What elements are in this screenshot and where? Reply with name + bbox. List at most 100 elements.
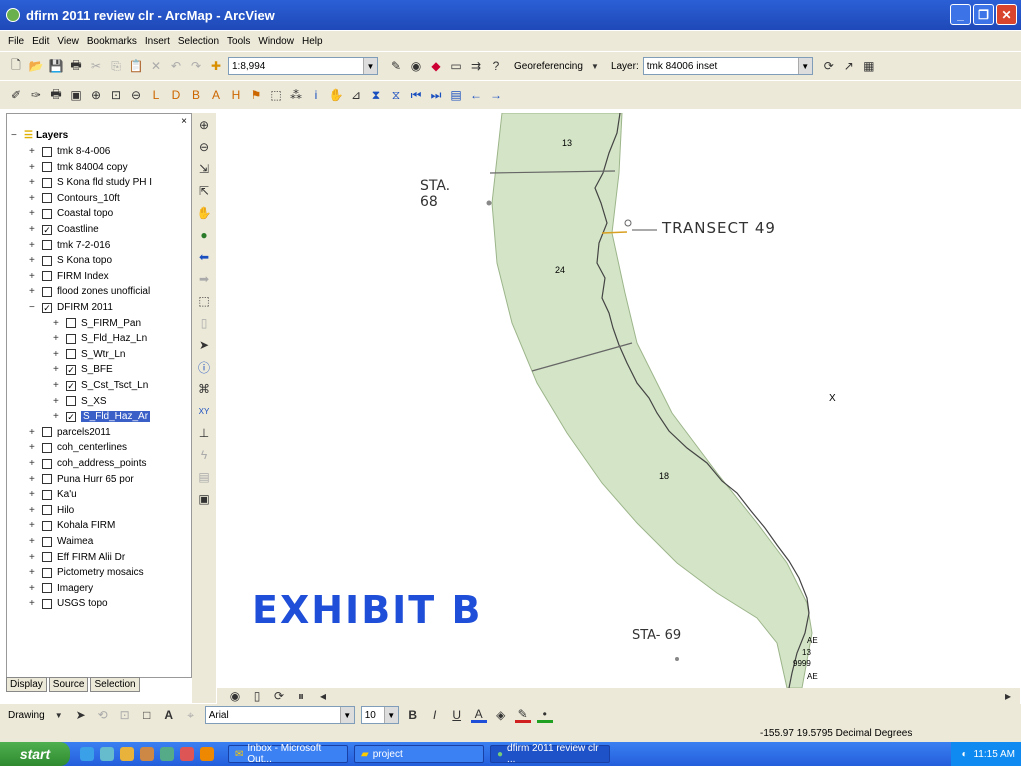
select-elements-icon[interactable]: ⁂	[288, 87, 304, 103]
layer-visibility-checkbox[interactable]	[42, 458, 52, 469]
collapse-icon[interactable]: −	[29, 302, 38, 313]
new-document-icon[interactable]: 🗋	[8, 58, 24, 74]
refresh-icon[interactable]: ⟳	[271, 688, 287, 704]
toc-layer-item[interactable]: + coh_centerlines	[29, 440, 127, 455]
tray-icon[interactable]: ◐	[961, 749, 967, 760]
toc-layer-item[interactable]: + Coastal topo	[29, 206, 113, 221]
map-scale-combo[interactable]: 1:8,994 ▼	[228, 57, 378, 75]
open-folder-icon[interactable]: 📂	[28, 58, 44, 74]
link-table-icon[interactable]: ▦	[861, 58, 877, 74]
expand-icon[interactable]: +	[29, 271, 38, 282]
sketch-tool-icon[interactable]: ✑	[28, 87, 44, 103]
editor-toolbar-icon[interactable]: ✎	[388, 58, 404, 74]
expand-icon[interactable]: +	[29, 177, 38, 188]
layer-visibility-checkbox[interactable]	[66, 396, 76, 407]
task-outlook[interactable]: ✉ Inbox - Microsoft Out...	[228, 743, 348, 765]
zoom-in-icon[interactable]: ⊕	[196, 117, 212, 133]
expand-icon[interactable]: +	[29, 474, 38, 485]
toc-layer-item[interactable]: + S_Wtr_Ln	[53, 347, 125, 362]
arc-catalog-icon[interactable]: ◉	[408, 58, 424, 74]
save-icon[interactable]: 💾	[48, 58, 64, 74]
toc-layer-item[interactable]: + tmk 84004 copy	[29, 160, 128, 175]
print-icon[interactable]: 🖶	[68, 58, 84, 74]
identify-icon[interactable]: ⓘ	[196, 359, 212, 375]
expand-icon[interactable]: +	[29, 146, 38, 157]
expand-icon[interactable]: +	[29, 286, 38, 297]
expand-icon[interactable]: +	[53, 396, 62, 407]
georeferencing-menu[interactable]: Georeferencing	[514, 61, 583, 72]
minimize-button[interactable]: _	[950, 4, 971, 25]
go-to-xy-icon[interactable]: ⬚	[196, 293, 212, 309]
toc-layer-item[interactable]: + S_Fld_Haz_Ln	[53, 331, 147, 346]
expand-icon[interactable]: +	[29, 193, 38, 204]
layer-visibility-checkbox[interactable]	[66, 349, 76, 360]
layer-visibility-checkbox[interactable]: ✓	[66, 411, 76, 422]
rotate-icon[interactable]: ⟳	[821, 58, 837, 74]
layer-visibility-checkbox[interactable]	[42, 427, 52, 438]
redo-icon[interactable]: ↷	[188, 58, 204, 74]
toc-root-layers[interactable]: − ☰ Layers	[11, 128, 68, 143]
measure-icon[interactable]: ⊿	[348, 87, 364, 103]
expand-icon[interactable]: +	[53, 380, 62, 391]
app-icon[interactable]	[200, 747, 214, 761]
command-line-icon[interactable]: ▭	[448, 58, 464, 74]
select-arrow-icon[interactable]: ➤	[196, 337, 212, 353]
toc-layer-item[interactable]: + Imagery	[29, 581, 93, 596]
find-binoculars-icon[interactable]: ⌘	[196, 381, 212, 397]
line-color-icon[interactable]: ✎	[514, 707, 531, 723]
label-icon[interactable]: L	[148, 87, 164, 103]
layer-visibility-checkbox[interactable]	[42, 552, 52, 563]
georeferencing-chevron-icon[interactable]: ▼	[587, 58, 603, 74]
start-button[interactable]: start	[0, 742, 70, 766]
layer-visibility-checkbox[interactable]	[42, 255, 52, 266]
menu-bookmarks[interactable]: Bookmarks	[87, 36, 137, 47]
lock-labels-icon[interactable]: H	[228, 87, 244, 103]
menu-insert[interactable]: Insert	[145, 36, 170, 47]
expand-icon[interactable]: +	[29, 224, 38, 235]
expand-icon[interactable]: +	[29, 427, 38, 438]
drawing-menu[interactable]: Drawing	[8, 710, 45, 721]
layer-visibility-checkbox[interactable]	[42, 193, 52, 204]
app-icon[interactable]	[120, 747, 134, 761]
copy-icon[interactable]: ⎘	[108, 58, 124, 74]
pin-label-icon[interactable]: ⚑	[248, 87, 264, 103]
menu-tools[interactable]: Tools	[227, 36, 250, 47]
toc-layer-item[interactable]: + tmk 7-2-016	[29, 238, 110, 253]
rotate-element-icon[interactable]: ⟲	[95, 707, 111, 723]
layer-visibility-checkbox[interactable]: ✓	[42, 224, 52, 235]
zoom-out-icon[interactable]: ⊖	[128, 87, 144, 103]
layer-visibility-checkbox[interactable]	[42, 474, 52, 485]
whats-this-icon[interactable]: ?	[488, 58, 504, 74]
print-preview-icon[interactable]: 🖶	[48, 87, 64, 103]
expand-icon[interactable]: +	[53, 349, 62, 360]
tab-source[interactable]: Source	[48, 677, 89, 692]
layer-visibility-checkbox[interactable]	[66, 333, 76, 344]
browser-icon[interactable]	[100, 747, 114, 761]
toc-layer-item[interactable]: + flood zones unofficial	[29, 284, 150, 299]
clear-selection-icon[interactable]: ▯	[196, 315, 212, 331]
layer-visibility-checkbox[interactable]	[42, 536, 52, 547]
layer-visibility-checkbox[interactable]	[42, 271, 52, 282]
paste-icon[interactable]: 📋	[128, 58, 144, 74]
layer-visibility-checkbox[interactable]: ✓	[66, 364, 76, 375]
underline-icon[interactable]: U	[449, 707, 465, 723]
menu-selection[interactable]: Selection	[178, 36, 219, 47]
toc-layer-item[interactable]: + Hilo	[29, 503, 74, 518]
toc-layer-item[interactable]: + S_XS	[53, 394, 107, 409]
expand-icon[interactable]: +	[29, 598, 38, 609]
undo-icon[interactable]: ↶	[168, 58, 184, 74]
toc-layer-item[interactable]: + USGS topo	[29, 596, 108, 611]
app-icon[interactable]	[180, 747, 194, 761]
tab-selection[interactable]: Selection	[90, 677, 140, 692]
toc-layer-item[interactable]: + tmk 8-4-006	[29, 144, 110, 159]
text-tool-icon[interactable]: A	[161, 707, 177, 723]
menu-help[interactable]: Help	[302, 36, 323, 47]
font-size-select[interactable]: 10 ▼	[360, 706, 399, 724]
toc-layer-item[interactable]: + S Kona topo	[29, 253, 112, 268]
forward-extent-icon[interactable]: ➡	[196, 271, 212, 287]
bold-icon[interactable]: B	[405, 707, 421, 723]
time-slider-icon[interactable]: ⧗	[368, 87, 384, 103]
toc-layer-item[interactable]: + ✓ S_Fld_Haz_Ar	[53, 409, 151, 424]
cut-icon[interactable]: ✂	[88, 58, 104, 74]
layer-visibility-checkbox[interactable]	[66, 318, 76, 329]
